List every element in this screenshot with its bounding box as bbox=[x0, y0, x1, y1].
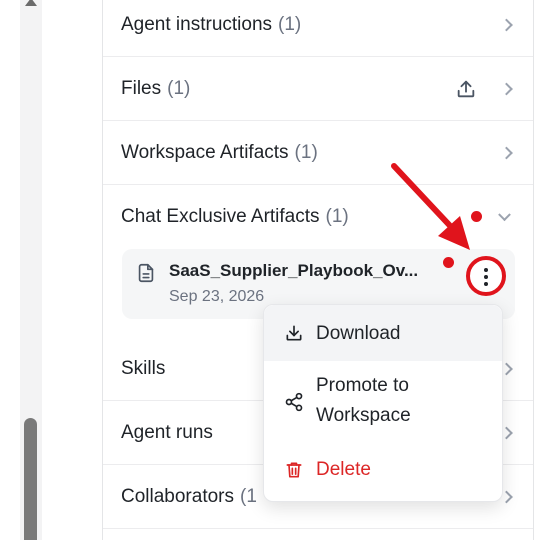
chevron-down-icon bbox=[498, 208, 511, 222]
menu-item-delete[interactable]: Delete bbox=[264, 453, 502, 487]
menu-item-label: Delete bbox=[316, 459, 371, 480]
scrollbar-thumb[interactable] bbox=[24, 418, 37, 540]
document-icon bbox=[138, 263, 154, 283]
section-files[interactable]: Files (1) bbox=[103, 57, 533, 121]
menu-item-label-line2: Workspace bbox=[316, 405, 411, 426]
section-label: Files (1) bbox=[121, 77, 191, 99]
chevron-right-icon bbox=[500, 146, 513, 159]
section-label: Collaborators (1 bbox=[121, 485, 257, 507]
section-label: Skills bbox=[121, 357, 166, 379]
file-date: Sep 23, 2026 bbox=[169, 288, 265, 305]
more-vertical-icon bbox=[484, 268, 488, 272]
annotation-arrow-icon bbox=[391, 163, 470, 250]
file-name: SaaS_Supplier_Playbook_Ov... bbox=[169, 261, 419, 280]
menu-item-label: Download bbox=[316, 323, 401, 344]
annotation-dot bbox=[443, 257, 454, 268]
share-icon bbox=[285, 392, 303, 412]
download-icon bbox=[286, 325, 302, 341]
menu-item-label-line1: Promote to bbox=[316, 375, 409, 396]
file-context-menu: Download Promote to Workspace Delete bbox=[263, 304, 503, 502]
section-label: Agent instructions (1) bbox=[121, 13, 302, 35]
upload-icon[interactable] bbox=[455, 78, 477, 100]
section-label: Agent runs bbox=[121, 421, 213, 443]
more-options-button[interactable] bbox=[466, 256, 506, 296]
section-agent-instructions[interactable]: Agent instructions (1) bbox=[103, 0, 533, 57]
chevron-right-icon bbox=[500, 18, 513, 31]
section-label: Chat Exclusive Artifacts (1) bbox=[121, 206, 349, 227]
menu-item-promote-to-workspace[interactable]: Promote to Workspace bbox=[264, 369, 502, 435]
scroll-up-arrow-icon[interactable] bbox=[25, 0, 37, 6]
menu-item-download[interactable]: Download bbox=[264, 305, 502, 361]
chevron-right-icon bbox=[500, 82, 513, 95]
trash-icon bbox=[286, 462, 302, 478]
section-label: Workspace Artifacts (1) bbox=[121, 141, 318, 163]
